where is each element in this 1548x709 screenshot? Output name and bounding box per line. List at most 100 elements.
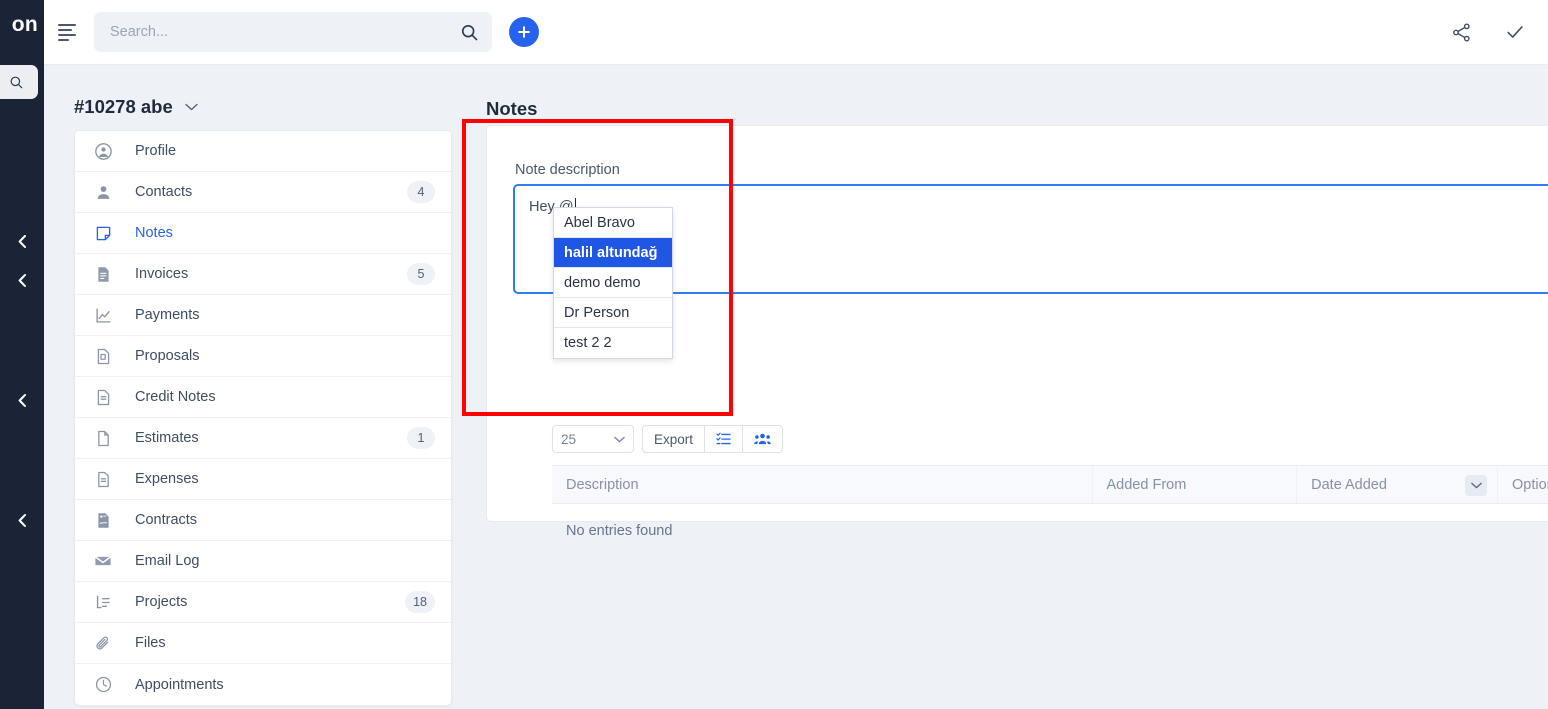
- sidebar-item-email-log[interactable]: Email Log: [75, 541, 451, 582]
- page-length-select[interactable]: 25: [552, 425, 634, 453]
- sidebar-item-label: Notes: [135, 225, 173, 241]
- brand-logo-text: on: [0, 10, 44, 40]
- notes-heading: Notes: [486, 98, 537, 120]
- sidebar-item-badge: 4: [407, 181, 435, 203]
- search-icon: [9, 75, 24, 90]
- mention-option[interactable]: test 2 2: [554, 328, 672, 358]
- sidebar-item-proposals[interactable]: Proposals: [75, 336, 451, 377]
- envelope-icon: [93, 552, 113, 570]
- table-header-row: Description Added From Date Added Option…: [552, 465, 1548, 504]
- project-icon: [93, 594, 113, 611]
- rail-collapse-chevron-2[interactable]: [0, 272, 44, 288]
- chevron-down-icon[interactable]: [185, 98, 198, 116]
- confirm-button[interactable]: [1504, 21, 1526, 43]
- page-length-value: 25: [561, 432, 614, 447]
- client-header[interactable]: #10278 abe: [74, 96, 198, 118]
- users-icon: [754, 432, 771, 446]
- sidebar-item-appointments[interactable]: Appointments: [75, 664, 451, 705]
- chart-line-icon: [93, 307, 113, 324]
- sidebar-item-invoices[interactable]: Invoices 5: [75, 254, 451, 295]
- sidebar-item-label: Files: [135, 635, 166, 651]
- table-column-options[interactable]: Options: [1498, 466, 1548, 503]
- paperclip-icon: [93, 635, 113, 652]
- note-description-label: Note description: [515, 162, 620, 178]
- table-column-description[interactable]: Description: [552, 466, 1093, 503]
- sidebar-item-label: Appointments: [135, 677, 224, 693]
- global-search[interactable]: [94, 12, 492, 52]
- sidebar-item-label: Email Log: [135, 553, 199, 569]
- sidebar-item-label: Estimates: [135, 430, 199, 446]
- mention-option[interactable]: Dr Person: [554, 298, 672, 328]
- sidebar-item-label: Credit Notes: [135, 389, 216, 405]
- sidebar-item-label: Invoices: [135, 266, 188, 282]
- mention-autocomplete-menu[interactable]: Abel Bravo halil altundağ demo demo Dr P…: [553, 207, 673, 359]
- user-circle-icon: [93, 143, 113, 160]
- sidebar-item-label: Contacts: [135, 184, 192, 200]
- search-icon: [460, 23, 479, 42]
- add-new-button[interactable]: [509, 17, 539, 47]
- mention-option[interactable]: demo demo: [554, 268, 672, 298]
- sidebar-item-badge: 5: [407, 263, 435, 285]
- page-title: #10278 abe: [74, 96, 173, 118]
- share-button[interactable]: [1451, 22, 1472, 43]
- export-button[interactable]: Export: [642, 425, 705, 453]
- sidebar-item-badge: 1: [407, 427, 435, 449]
- chevron-left-icon: [18, 514, 26, 527]
- assignees-button[interactable]: [742, 425, 783, 453]
- chevron-left-icon: [18, 394, 26, 407]
- top-bar-actions: [1451, 21, 1548, 43]
- sidebar-item-contracts[interactable]: Contracts: [75, 500, 451, 541]
- app-root: on: [0, 0, 1548, 709]
- client-section-menu: Profile Contacts 4 Notes Invoices: [74, 130, 452, 706]
- plus-icon: [516, 24, 532, 40]
- sidebar-item-label: Contracts: [135, 512, 197, 528]
- table-toolbar: 25 Export: [552, 425, 783, 453]
- sidebar-item-estimates[interactable]: Estimates 1: [75, 418, 451, 459]
- invoice-icon: [93, 266, 113, 283]
- hamburger-icon[interactable]: [58, 21, 80, 43]
- search-submit-button[interactable]: [458, 21, 480, 43]
- table-column-added-from[interactable]: Added From: [1093, 466, 1298, 503]
- notes-table: Description Added From Date Added Option…: [552, 465, 1548, 539]
- sidebar-item-notes[interactable]: Notes: [75, 213, 451, 254]
- sidebar-item-contacts[interactable]: Contacts 4: [75, 172, 451, 213]
- rail-collapse-chevron-1[interactable]: [0, 233, 44, 249]
- sidebar-item-label: Projects: [135, 594, 187, 610]
- file-icon: [93, 430, 113, 447]
- chevron-left-icon: [18, 235, 26, 248]
- table-column-label: Date Added: [1311, 477, 1387, 493]
- top-bar: [44, 0, 1548, 65]
- sidebar-item-profile[interactable]: Profile: [75, 131, 451, 172]
- check-icon: [1504, 21, 1526, 43]
- sidebar-item-credit-notes[interactable]: Credit Notes: [75, 377, 451, 418]
- note-icon: [93, 225, 113, 242]
- sidebar-item-files[interactable]: Files: [75, 623, 451, 664]
- sidebar-item-expenses[interactable]: Expenses: [75, 459, 451, 500]
- column-visibility-icon: [716, 432, 731, 446]
- mention-option[interactable]: Abel Bravo: [554, 208, 672, 238]
- sidebar-item-label: Payments: [135, 307, 199, 323]
- column-visibility-button[interactable]: [704, 425, 743, 453]
- chevron-down-icon: [614, 436, 625, 443]
- sidebar-item-projects[interactable]: Projects 18: [75, 582, 451, 623]
- table-column-date-added[interactable]: Date Added: [1297, 466, 1498, 503]
- table-empty-message: No entries found: [552, 504, 1548, 539]
- user-icon: [93, 184, 113, 201]
- sidebar-item-label: Expenses: [135, 471, 199, 487]
- chevron-down-icon: [1471, 482, 1482, 489]
- clock-icon: [93, 676, 113, 693]
- expense-icon: [93, 471, 113, 488]
- rail-collapse-chevron-4[interactable]: [0, 512, 44, 528]
- search-input[interactable]: [110, 24, 450, 40]
- sidebar-item-badge: 18: [405, 591, 435, 613]
- mention-option-selected[interactable]: halil altundağ: [554, 238, 672, 268]
- rail-collapse-chevron-3[interactable]: [0, 392, 44, 408]
- chevron-left-icon: [18, 274, 26, 287]
- primary-nav-rail: on: [0, 0, 44, 709]
- page-content: #10278 abe Profile Contacts 4: [44, 65, 1548, 709]
- credit-note-icon: [93, 389, 113, 406]
- table-sort-button[interactable]: [1465, 475, 1487, 496]
- sidebar-item-payments[interactable]: Payments: [75, 295, 451, 336]
- table-button-group: Export: [642, 425, 783, 453]
- rail-search-button[interactable]: [0, 65, 38, 99]
